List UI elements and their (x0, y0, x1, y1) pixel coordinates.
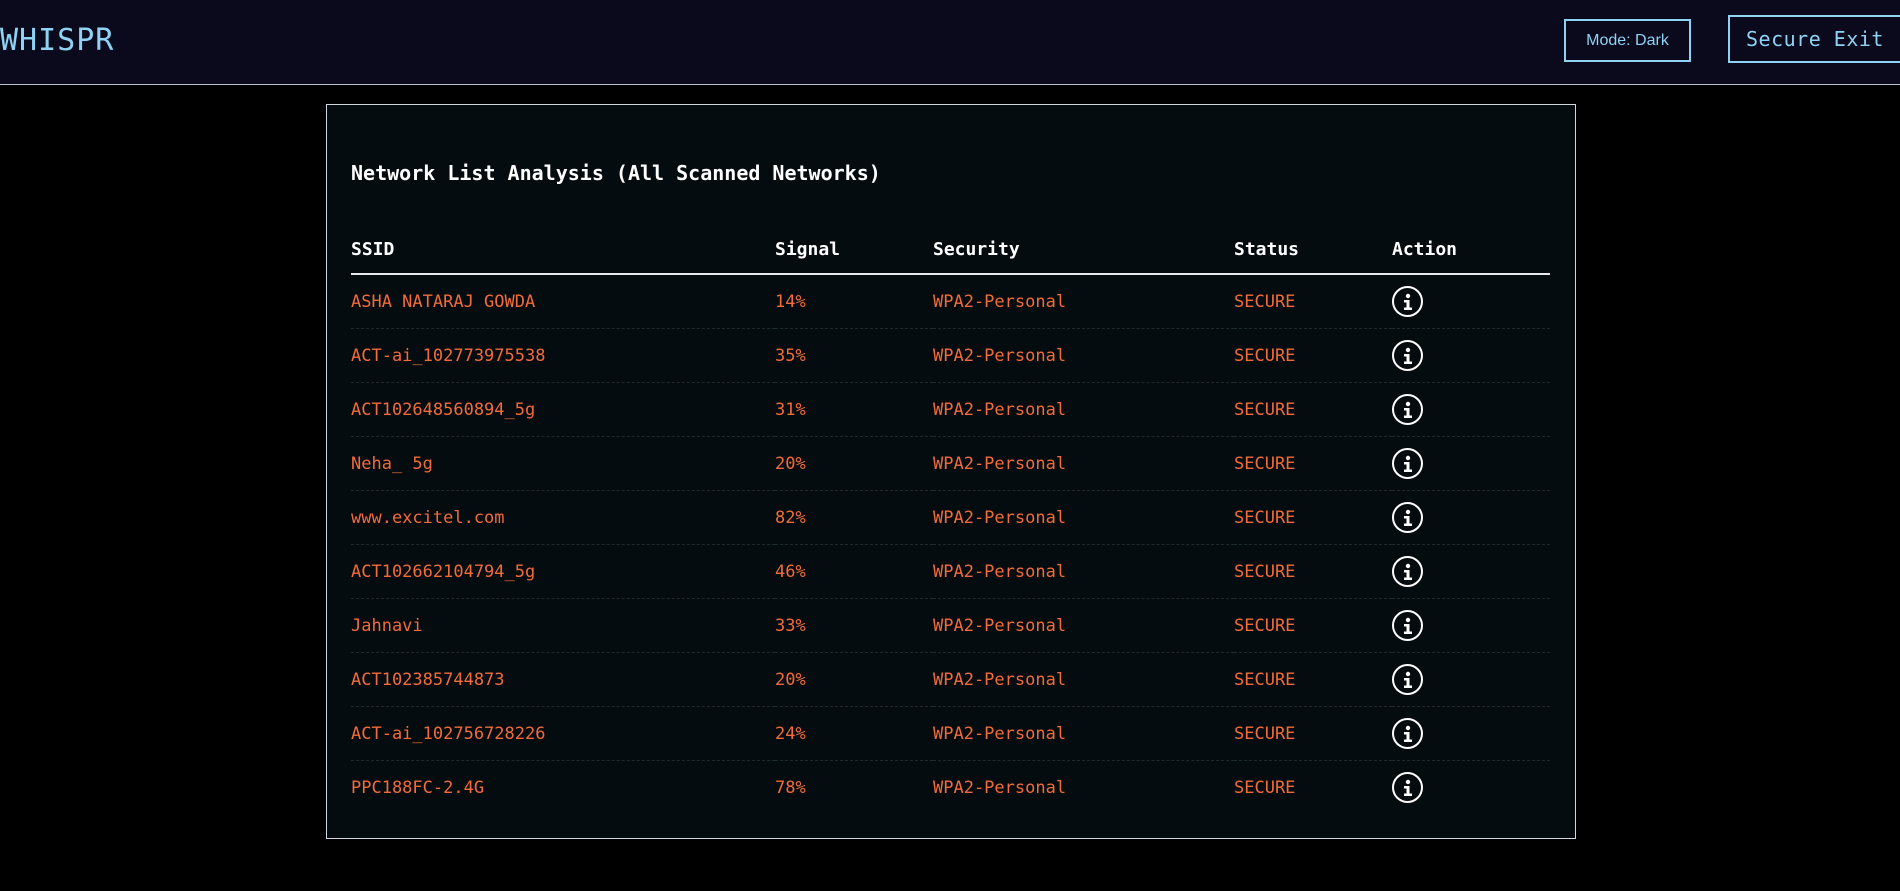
cell-ssid: Jahnavi (351, 598, 775, 653)
column-header-ssid: SSID (351, 225, 775, 275)
cell-status: SECURE (1234, 490, 1392, 545)
network-info-button[interactable] (1392, 448, 1423, 479)
cell-security: WPA2-Personal (933, 652, 1234, 707)
cell-action (1392, 761, 1550, 815)
cell-security: WPA2-Personal (933, 706, 1234, 761)
table-row: PPC188FC-2.4G 78% WPA2-Personal SECURE (351, 761, 1550, 815)
table-row: ACT102385744873 20% WPA2-Personal SECURE (351, 652, 1550, 707)
cell-security: WPA2-Personal (933, 777, 1067, 798)
network-info-button[interactable] (1392, 664, 1423, 695)
cell-signal: 31% (775, 382, 933, 437)
cell-action (1392, 274, 1550, 329)
cell-security: WPA2-Personal (933, 598, 1234, 653)
info-icon (1403, 455, 1412, 472)
info-icon (1403, 401, 1412, 418)
cell-action (1392, 544, 1550, 599)
cell-ssid: Neha_ 5g (351, 436, 775, 491)
cell-signal: 14% (775, 274, 933, 329)
table-header-row: SSID Signal Security Status Action (351, 225, 1550, 275)
mode-toggle-button[interactable]: Mode: Dark (1564, 19, 1691, 62)
cell-signal: 46% (775, 544, 933, 599)
table-row: ACT102648560894_5g 31% WPA2-Personal SECURE (351, 382, 1550, 437)
top-bar: WHISPR Mode: Dark Secure Exit (0, 0, 1900, 85)
cell-signal: 78% (775, 777, 806, 798)
cell-ssid: PPC188FC-2.4G (351, 777, 485, 798)
column-header-security: Security (933, 225, 1234, 275)
cell-ssid: ACT102648560894_5g (351, 382, 775, 437)
network-info-button[interactable] (1392, 610, 1423, 641)
info-icon (1403, 509, 1412, 526)
table-row: Jahnavi 33% WPA2-Personal SECURE (351, 598, 1550, 653)
info-icon (1403, 725, 1412, 742)
cell-status: SECURE (1234, 706, 1392, 761)
network-info-button[interactable] (1392, 502, 1423, 533)
network-info-button[interactable] (1392, 340, 1423, 371)
cell-action (1392, 598, 1550, 653)
cell-status: SECURE (1234, 544, 1392, 599)
cell-status: SECURE (1234, 652, 1392, 707)
cell-security: WPA2-Personal (933, 274, 1234, 329)
cell-signal: 82% (775, 490, 933, 545)
cell-signal: 24% (775, 706, 933, 761)
info-icon (1403, 293, 1412, 310)
cell-security: WPA2-Personal (933, 328, 1234, 383)
network-info-button[interactable] (1392, 394, 1423, 425)
cell-security: WPA2-Personal (933, 436, 1234, 491)
network-table-body: ASHA NATARAJ GOWDA 14% WPA2-Personal SECURE… (351, 274, 1550, 814)
cell-action (1392, 652, 1550, 707)
cell-ssid: ACT102385744873 (351, 652, 775, 707)
cell-signal: 33% (775, 598, 933, 653)
cell-security: WPA2-Personal (933, 382, 1234, 437)
cell-ssid: ACT-ai_102773975538 (351, 328, 775, 383)
secure-exit-button[interactable]: Secure Exit (1728, 15, 1900, 63)
cell-ssid: www.excitel.com (351, 490, 775, 545)
column-header-status: Status (1234, 225, 1392, 275)
network-info-button[interactable] (1392, 286, 1423, 317)
cell-status: SECURE (1234, 598, 1392, 653)
cell-signal: 20% (775, 652, 933, 707)
table-row: www.excitel.com 82% WPA2-Personal SECURE (351, 490, 1550, 545)
info-icon (1403, 671, 1412, 688)
table-row: ACT102662104794_5g 46% WPA2-Personal SECURE (351, 544, 1550, 599)
network-list-panel: Network List Analysis (All Scanned Netwo… (326, 104, 1576, 839)
info-icon (1403, 347, 1412, 364)
cell-ssid: ACT102662104794_5g (351, 544, 775, 599)
table-row: Neha_ 5g 20% WPA2-Personal SECURE (351, 436, 1550, 491)
table-row: ASHA NATARAJ GOWDA 14% WPA2-Personal SECURE (351, 274, 1550, 329)
table-row: ACT-ai_102773975538 35% WPA2-Personal SECUR… (351, 328, 1550, 383)
cell-security: WPA2-Personal (933, 544, 1234, 599)
network-info-button[interactable] (1392, 718, 1423, 749)
panel-title: Network List Analysis (All Scanned Netwo… (351, 161, 881, 185)
cell-signal: 20% (775, 436, 933, 491)
info-icon (1403, 617, 1412, 634)
table-row: ACT-ai_102756728226 24% WPA2-Personal SECUR… (351, 706, 1550, 761)
cell-ssid: ACT-ai_102756728226 (351, 706, 775, 761)
cell-status: SECURE (1234, 382, 1392, 437)
cell-status: SECURE (1234, 777, 1296, 798)
network-info-button[interactable] (1392, 556, 1423, 587)
cell-ssid: ASHA NATARAJ GOWDA (351, 274, 775, 329)
cell-status: SECURE (1234, 274, 1392, 329)
cell-action (1392, 382, 1550, 437)
column-header-signal: Signal (775, 225, 933, 275)
info-icon (1403, 779, 1412, 796)
cell-action (1392, 436, 1550, 491)
network-info-button[interactable] (1392, 772, 1423, 803)
cell-status: SECURE (1234, 328, 1392, 383)
cell-status: SECURE (1234, 436, 1392, 491)
cell-action (1392, 706, 1550, 761)
network-table: SSID Signal Security Status Action ASHA … (351, 225, 1550, 814)
cell-security: WPA2-Personal (933, 490, 1234, 545)
cell-action (1392, 490, 1550, 545)
cell-signal: 35% (775, 328, 933, 383)
column-header-action: Action (1392, 225, 1550, 275)
info-icon (1403, 563, 1412, 580)
cell-action (1392, 328, 1550, 383)
brand-logo: WHISPR (0, 23, 115, 58)
